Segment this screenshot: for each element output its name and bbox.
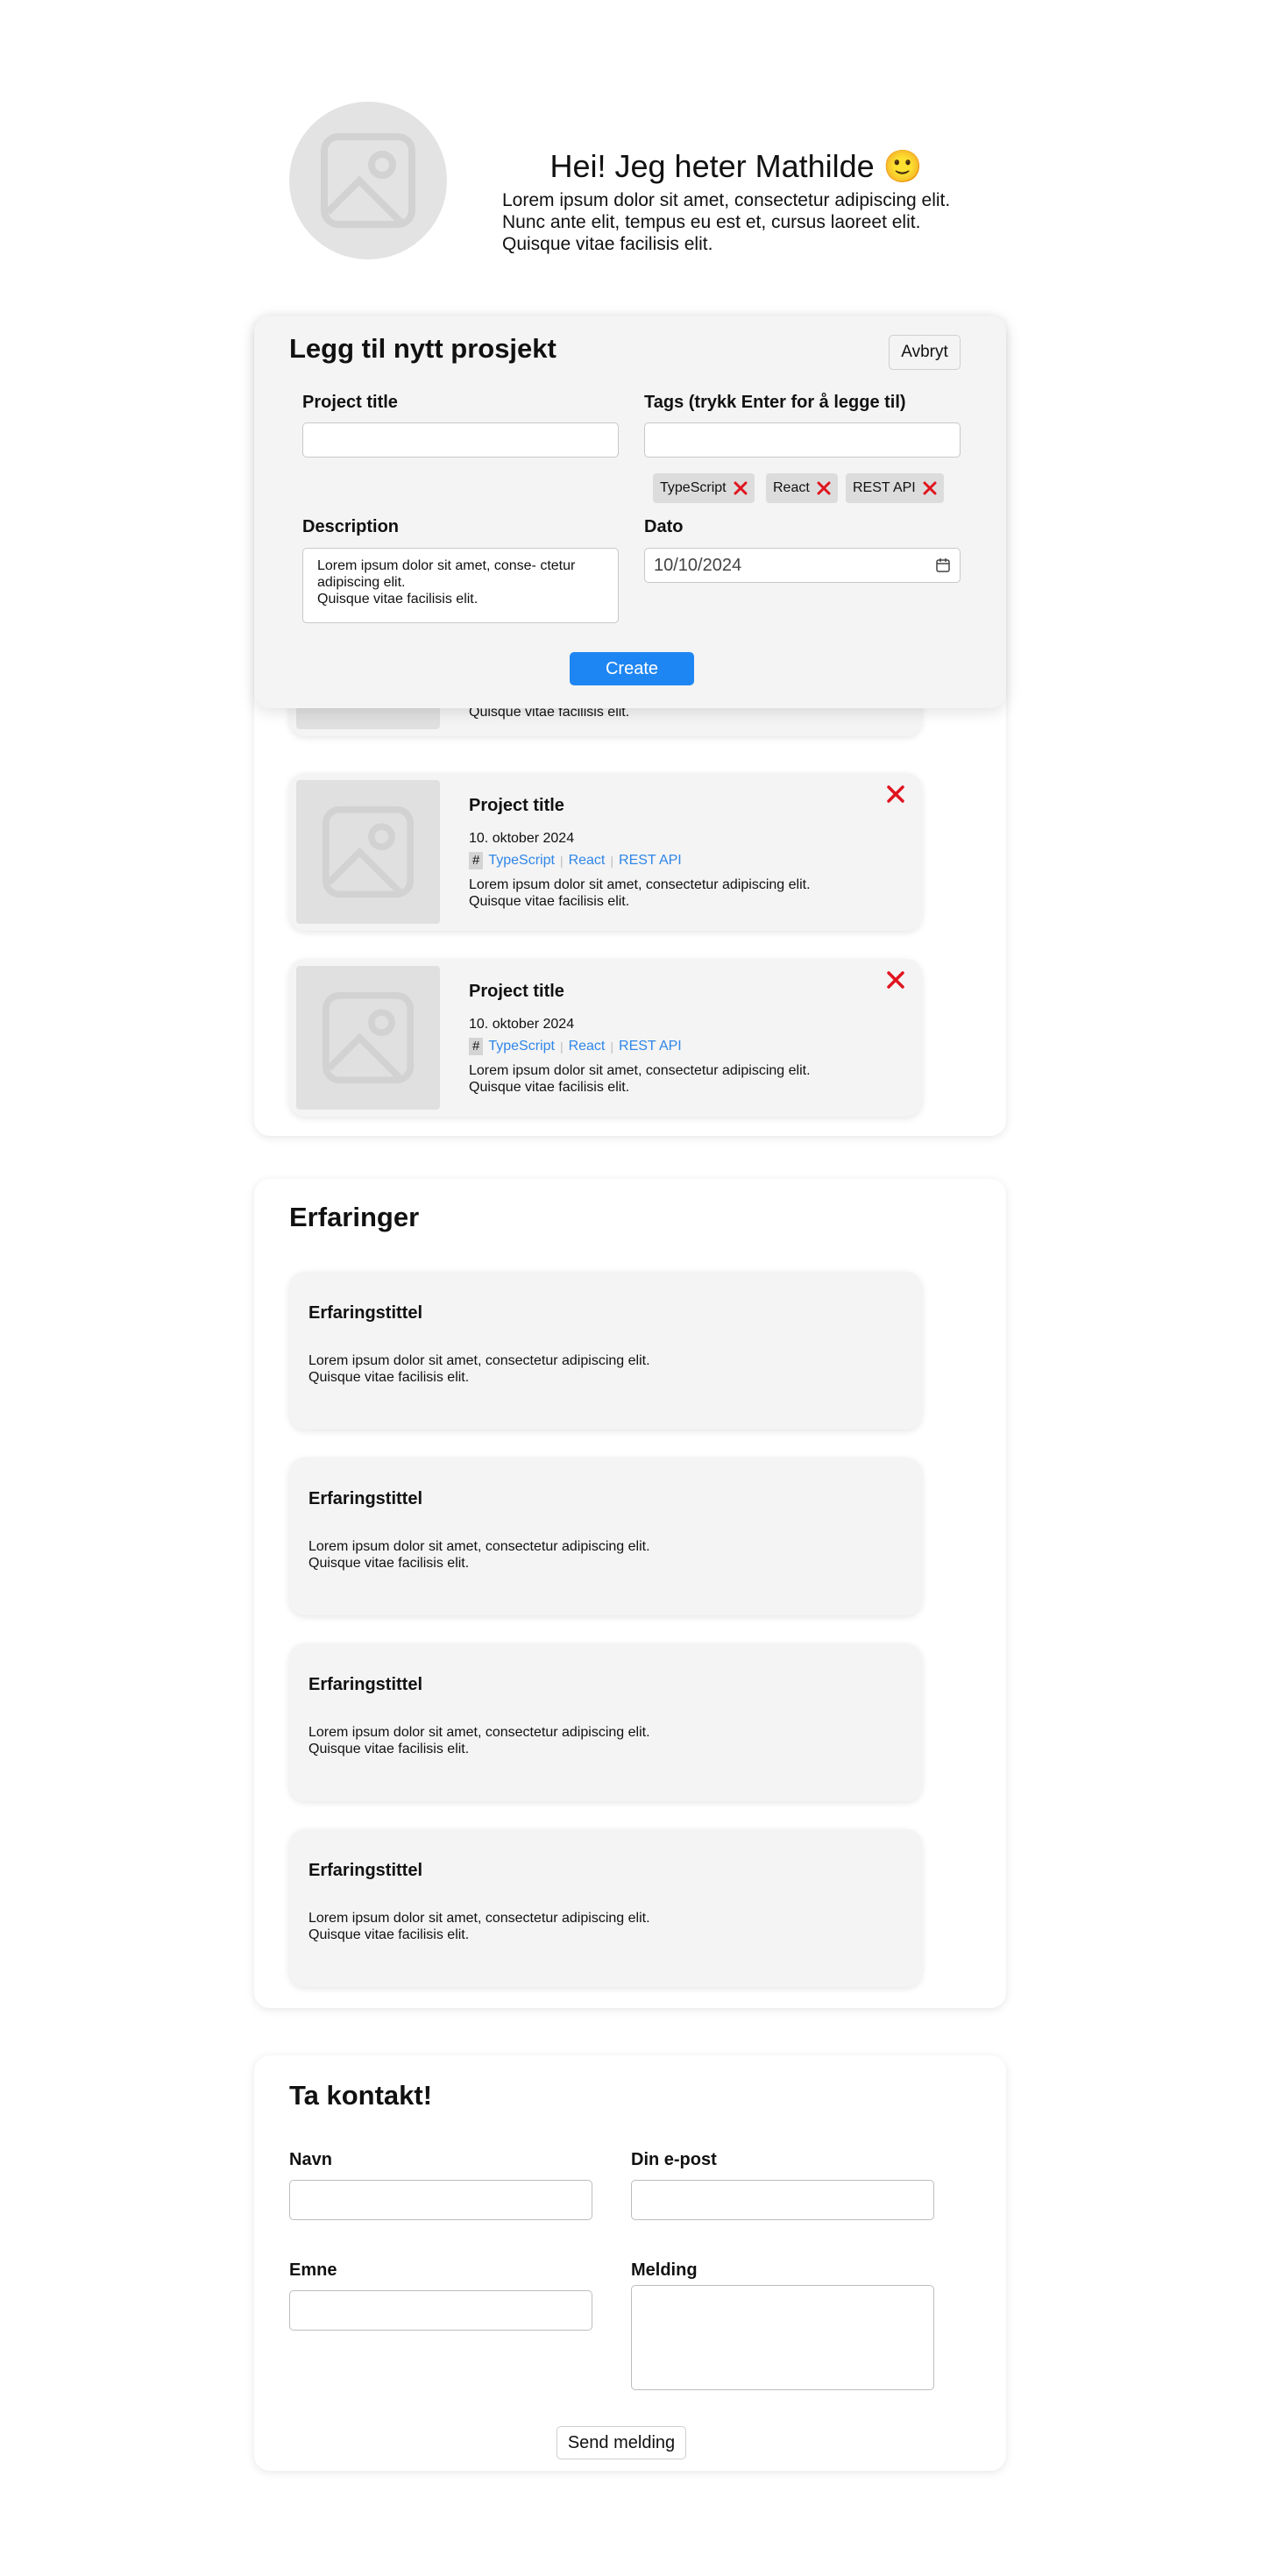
- remove-tag-icon[interactable]: [734, 481, 748, 495]
- email-input[interactable]: [631, 2180, 934, 2220]
- hash-icon: #: [469, 852, 484, 869]
- create-button[interactable]: Create: [570, 652, 694, 685]
- tag-link[interactable]: React: [569, 1039, 606, 1054]
- experience-title: Erfaringstittel: [308, 1675, 423, 1694]
- project-title-input[interactable]: [302, 422, 619, 458]
- description-textarea[interactable]: Lorem ipsum dolor sit amet, conse- ctetu…: [302, 548, 619, 623]
- tag-chip: TypeScript: [653, 473, 755, 503]
- experience-section: Erfaringer Erfaringstittel Lorem ipsum d…: [254, 1179, 1006, 2008]
- image-placeholder-icon: [322, 991, 415, 1084]
- avatar: [289, 102, 447, 259]
- date-input[interactable]: 10/10/2024: [644, 548, 961, 583]
- project-title: Project title: [469, 796, 564, 815]
- project-tags: # TypeScript | React | REST API: [469, 1038, 682, 1055]
- experience-card: Erfaringstittel Lorem ipsum dolor sit am…: [289, 1829, 922, 1987]
- remove-tag-icon[interactable]: [817, 481, 831, 495]
- tag-link[interactable]: React: [569, 853, 606, 869]
- experience-card: Erfaringstittel Lorem ipsum dolor sit am…: [289, 1272, 922, 1430]
- project-thumbnail: [296, 780, 440, 924]
- subject-input[interactable]: [289, 2290, 592, 2331]
- hash-icon: #: [469, 1038, 484, 1055]
- image-placeholder-icon: [321, 133, 415, 228]
- experience-description: Lorem ipsum dolor sit amet, consectetur …: [308, 1539, 650, 1571]
- experience-title: Erfaringstittel: [308, 1489, 423, 1508]
- tag-separator: |: [559, 1040, 564, 1054]
- project-description: Lorem ipsum dolor sit amet, consectetur …: [469, 877, 811, 909]
- experience-title: Erfaringstittel: [308, 1861, 423, 1880]
- tag-chip-label: React: [773, 480, 810, 495]
- contact-section: Ta kontakt! Navn Din e-post Emne Melding…: [254, 2055, 1006, 2471]
- project-date: 10. oktober 2024: [469, 1017, 575, 1032]
- project-description: Lorem ipsum dolor sit amet, consectetur …: [469, 1063, 811, 1095]
- project-card: Project title 10. oktober 2024 # TypeScr…: [289, 959, 922, 1117]
- experience-title: Erfaringstittel: [308, 1303, 423, 1323]
- date-value: 10/10/2024: [654, 555, 742, 575]
- contact-heading: Ta kontakt!: [289, 2080, 433, 2111]
- experience-description: Lorem ipsum dolor sit amet, consectetur …: [308, 1353, 650, 1385]
- delete-project-icon[interactable]: [885, 784, 906, 805]
- tag-chip-label: REST API: [853, 480, 916, 495]
- tag-separator: |: [610, 854, 614, 868]
- experience-description: Lorem ipsum dolor sit amet, consectetur …: [308, 1911, 650, 1942]
- date-label: Dato: [644, 517, 684, 536]
- tags-label: Tags (trykk Enter for å legge til): [644, 393, 906, 412]
- project-title: Project title: [469, 982, 564, 1001]
- project-card: Project title 10. oktober 2024 # TypeScr…: [289, 773, 922, 931]
- add-project-modal: Legg til nytt prosjekt Avbryt Project ti…: [254, 316, 1006, 708]
- experience-heading: Erfaringer: [289, 1202, 420, 1232]
- tag-link[interactable]: TypeScript: [488, 1039, 555, 1054]
- message-label: Melding: [631, 2260, 698, 2280]
- remove-tag-icon[interactable]: [923, 481, 937, 495]
- delete-project-icon[interactable]: [885, 969, 906, 990]
- tag-link[interactable]: TypeScript: [488, 853, 555, 869]
- cancel-button[interactable]: Avbryt: [889, 335, 961, 370]
- description-label: Description: [302, 517, 400, 536]
- subject-label: Emne: [289, 2260, 337, 2280]
- modal-title: Legg til nytt prosjekt: [289, 333, 557, 364]
- tags-input[interactable]: [644, 422, 961, 458]
- experience-card: Erfaringstittel Lorem ipsum dolor sit am…: [289, 1458, 922, 1615]
- tag-chip: REST API: [846, 473, 944, 503]
- experience-card: Erfaringstittel Lorem ipsum dolor sit am…: [289, 1643, 922, 1801]
- image-placeholder-icon: [322, 805, 415, 898]
- name-input[interactable]: [289, 2180, 592, 2220]
- name-label: Navn: [289, 2150, 332, 2169]
- tag-chip-label: TypeScript: [660, 480, 727, 495]
- intro-text: Lorem ipsum dolor sit amet, consectetur …: [502, 190, 951, 254]
- tag-chip: React: [766, 473, 838, 503]
- project-title-label: Project title: [302, 393, 398, 412]
- message-textarea[interactable]: [631, 2285, 934, 2390]
- page-title: Hei! Jeg heter Mathilde 🙂: [549, 148, 923, 184]
- calendar-icon[interactable]: [935, 557, 951, 573]
- project-tags: # TypeScript | React | REST API: [469, 852, 682, 869]
- experience-description: Lorem ipsum dolor sit amet, consectetur …: [308, 1725, 650, 1756]
- tag-separator: |: [559, 854, 564, 868]
- tag-separator: |: [610, 1040, 614, 1054]
- tag-link[interactable]: REST API: [619, 853, 682, 869]
- send-message-button[interactable]: Send melding: [557, 2426, 686, 2459]
- project-thumbnail: [296, 966, 440, 1110]
- email-label: Din e-post: [631, 2150, 717, 2169]
- tag-link[interactable]: REST API: [619, 1039, 682, 1054]
- project-date: 10. oktober 2024: [469, 831, 575, 846]
